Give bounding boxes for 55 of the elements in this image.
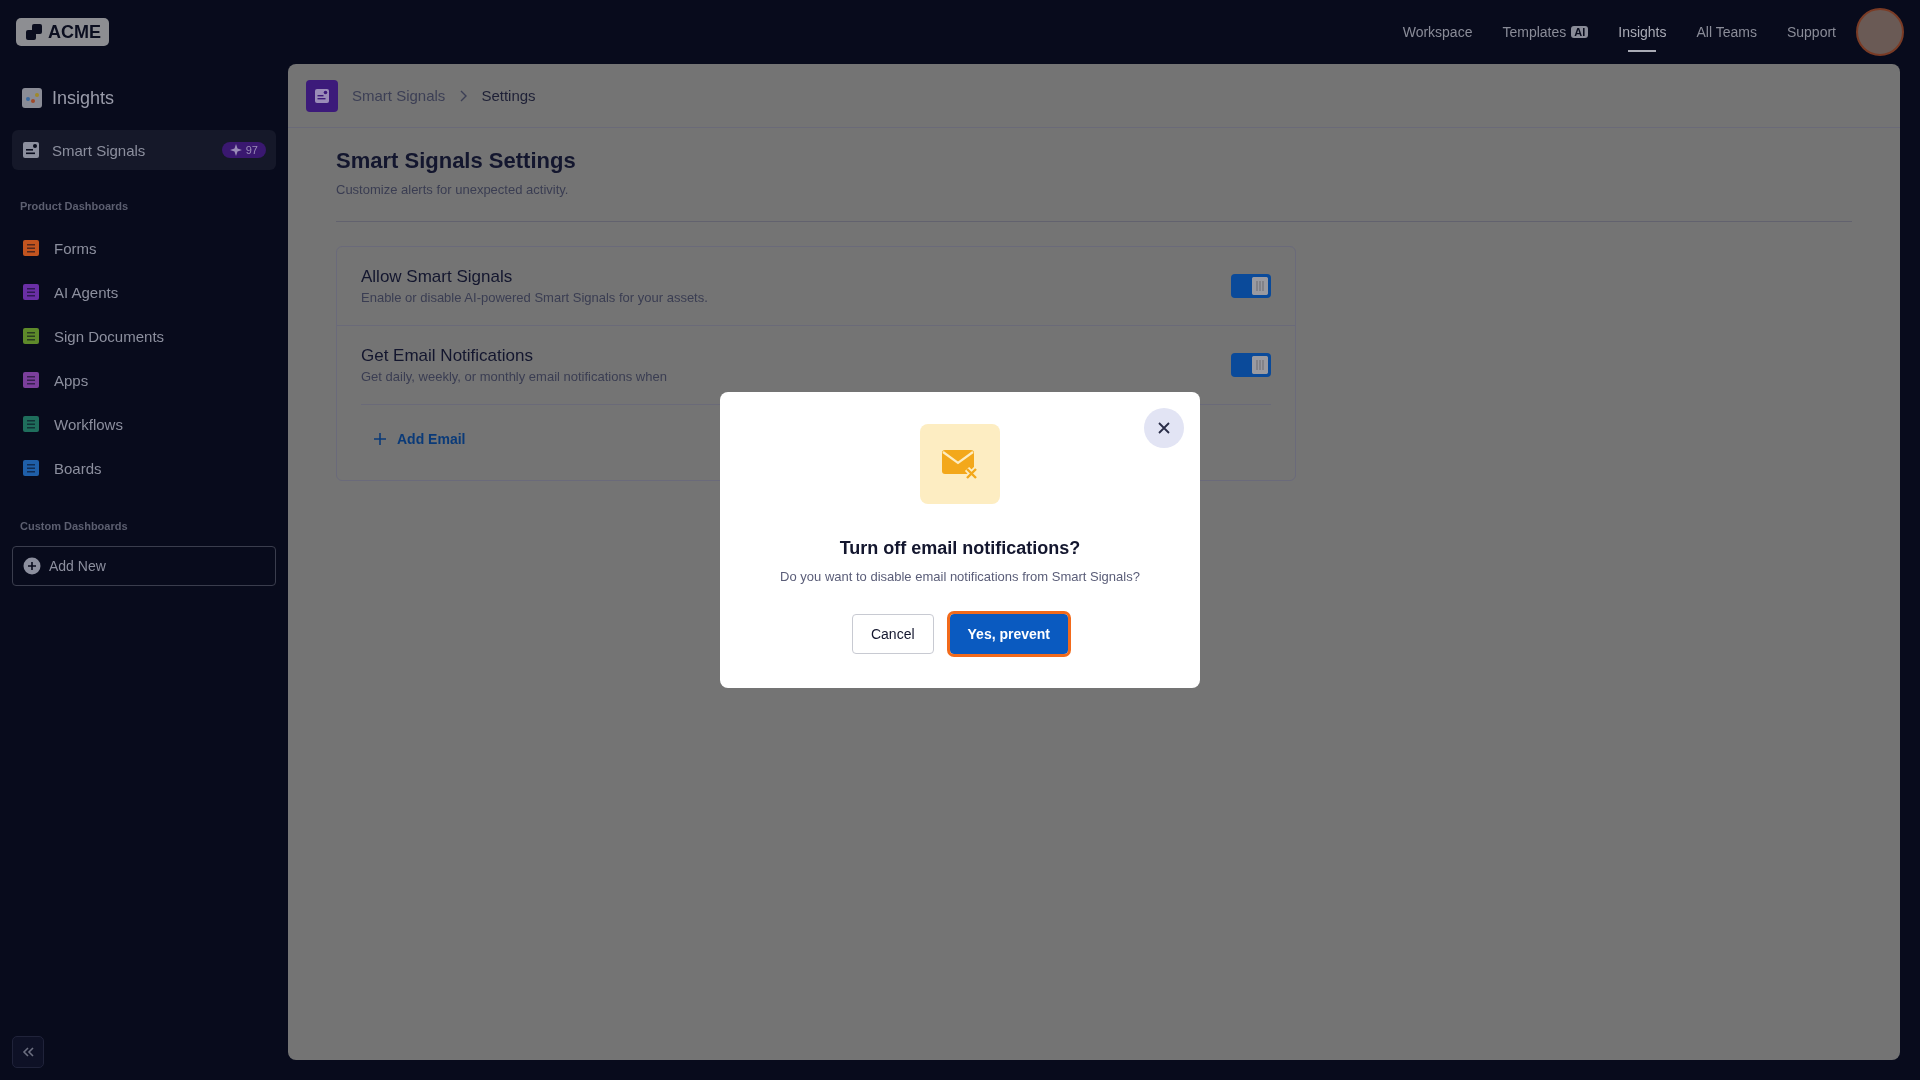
square-icon	[22, 415, 40, 433]
square-icon	[22, 239, 40, 257]
square-icon	[22, 371, 40, 389]
nav-tab[interactable]: Insights	[1618, 14, 1667, 50]
grip-icon	[1252, 356, 1268, 374]
setting-description: Enable or disable AI-powered Smart Signals for your assets.	[361, 290, 709, 305]
setting-title: Allow Smart Signals	[361, 267, 514, 287]
sidebar-item[interactable]: Boards	[12, 446, 276, 490]
document-icon	[22, 141, 40, 159]
square-icon	[22, 283, 40, 301]
chevron-right-icon	[459, 89, 468, 102]
nav-tab[interactable]: Workspace	[1402, 14, 1473, 50]
nav-tab[interactable]: Templates AI	[1502, 14, 1589, 50]
plus-icon	[373, 432, 387, 446]
plus-circle-icon	[23, 557, 41, 575]
sidebar-item[interactable]: Forms	[12, 226, 276, 270]
close-button[interactable]	[1144, 408, 1184, 448]
logo-icon	[24, 22, 44, 42]
section-heading: Custom Dashboards	[19, 520, 129, 532]
sidebar-item[interactable]: Workflows	[12, 402, 276, 446]
ai-badge: AI	[1571, 26, 1589, 38]
modal-message: Do you want to disable email notifications from Smart Signals?	[780, 569, 1140, 584]
cancel-button[interactable]: Cancel	[851, 614, 934, 654]
sparkle-icon	[229, 144, 242, 156]
page-title: Smart Signals Settings	[336, 148, 577, 174]
grip-icon	[1252, 277, 1268, 295]
count-badge: 97	[221, 142, 266, 158]
page-subtitle: Customize alerts for unexpected activity.	[336, 182, 570, 197]
add-new-button[interactable]: Add New	[12, 546, 276, 586]
logo[interactable]: ACME	[16, 18, 109, 46]
sidebar-item[interactable]: Sign Documents	[12, 314, 276, 358]
sidebar-item[interactable]: Smart Signals 97	[12, 130, 276, 170]
insights-icon	[22, 88, 42, 108]
mail-x-icon	[941, 448, 979, 480]
sidebar-item[interactable]: AI Agents	[12, 270, 276, 314]
toggle-switch[interactable]	[1231, 274, 1271, 298]
sidebar-title: Insights	[12, 84, 125, 112]
sidebar-item[interactable]: Apps	[12, 358, 276, 402]
collapse-button[interactable]	[12, 1036, 44, 1068]
confirm-button[interactable]: Yes, prevent	[949, 614, 1069, 654]
square-icon	[22, 459, 40, 477]
double-chevron-icon	[22, 1047, 34, 1057]
toggle-switch[interactable]	[1231, 353, 1271, 377]
breadcrumb-link[interactable]: Settings	[481, 87, 536, 104]
document-icon	[314, 87, 330, 104]
section-heading: Product Dashboards	[19, 200, 130, 212]
setting-title: Get Email Notifications	[361, 346, 534, 366]
close-icon	[1158, 422, 1170, 434]
item-label: Smart Signals	[52, 141, 146, 159]
nav-tab[interactable]: Support	[1786, 14, 1836, 50]
modal-title: Turn off email notifications?	[839, 538, 1081, 559]
square-icon	[22, 327, 40, 345]
nav-tab[interactable]: All Teams	[1696, 14, 1757, 50]
user-avatar[interactable]	[1856, 8, 1904, 56]
setting-description: Get daily, weekly, or monthly email notifications when	[361, 369, 668, 384]
